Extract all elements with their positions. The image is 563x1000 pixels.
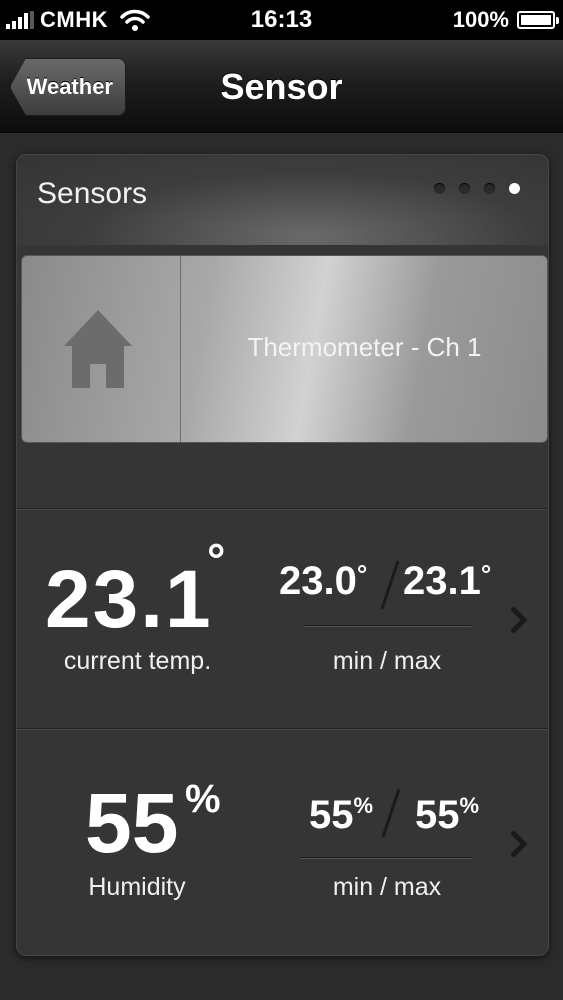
humidity-min-value: 55% — [309, 793, 373, 838]
status-bar: CMHK 16:13 100% — [0, 0, 563, 40]
current-temperature-value: 23.1 — [45, 553, 213, 647]
chevron-right-icon[interactable] — [509, 605, 527, 635]
current-humidity-number: 55 — [85, 776, 179, 870]
humidity-max-value: 55% — [415, 793, 479, 838]
humidity-label: Humidity — [88, 873, 186, 901]
humidity-max-unit: % — [459, 793, 480, 818]
temperature-minmax-label: min / max — [332, 647, 442, 675]
battery-icon — [517, 11, 559, 29]
page-dot[interactable] — [459, 183, 470, 194]
page-dot[interactable] — [434, 183, 445, 194]
temperature-max-unit: ° — [480, 559, 492, 589]
chevron-right-icon[interactable] — [509, 829, 527, 859]
sensor-selector[interactable]: Thermometer - Ch 1 — [21, 255, 548, 443]
minmax-separator-icon — [381, 788, 401, 838]
page-dot[interactable] — [509, 183, 520, 194]
humidity-min-number: 55 — [309, 793, 354, 837]
current-temperature-number: 23.1 — [45, 554, 213, 645]
humidity-min-unit: % — [353, 793, 374, 818]
temperature-min-unit: ° — [356, 559, 368, 589]
temperature-max-value: 23.1° — [403, 559, 491, 604]
battery-percentage: 100% — [452, 7, 509, 32]
current-humidity-unit: % — [185, 777, 221, 821]
battery-fill — [521, 15, 551, 25]
navigation-bar: Weather Sensor — [0, 40, 563, 133]
page-dot[interactable] — [484, 183, 495, 194]
temperature-min-number: 23.0 — [279, 559, 357, 603]
sensor-icon-cell — [22, 256, 181, 442]
page-title: Sensor — [220, 66, 343, 107]
divider — [17, 728, 548, 730]
temperature-max-number: 23.1 — [403, 559, 481, 603]
sensor-card: Sensors Thermometer - Ch 1 23.1 ° curren… — [16, 154, 549, 956]
humidity-max-number: 55 — [415, 793, 460, 837]
card-header: Sensors — [17, 155, 548, 245]
minmax-underline — [303, 625, 471, 627]
minmax-separator-icon — [380, 560, 400, 610]
status-right: 100% — [452, 0, 559, 40]
minmax-underline — [301, 857, 473, 859]
temperature-min-value: 23.0° — [279, 559, 367, 604]
page-indicator[interactable] — [434, 183, 520, 194]
home-icon — [64, 310, 132, 388]
humidity-minmax-label: min / max — [332, 873, 442, 901]
card-title: Sensors — [37, 177, 148, 210]
current-temperature-unit: ° — [207, 534, 226, 586]
divider — [17, 508, 548, 510]
sensor-name: Thermometer - Ch 1 — [247, 332, 482, 362]
current-temperature-label: current temp. — [63, 647, 212, 675]
current-humidity-value: 55 — [85, 775, 178, 872]
